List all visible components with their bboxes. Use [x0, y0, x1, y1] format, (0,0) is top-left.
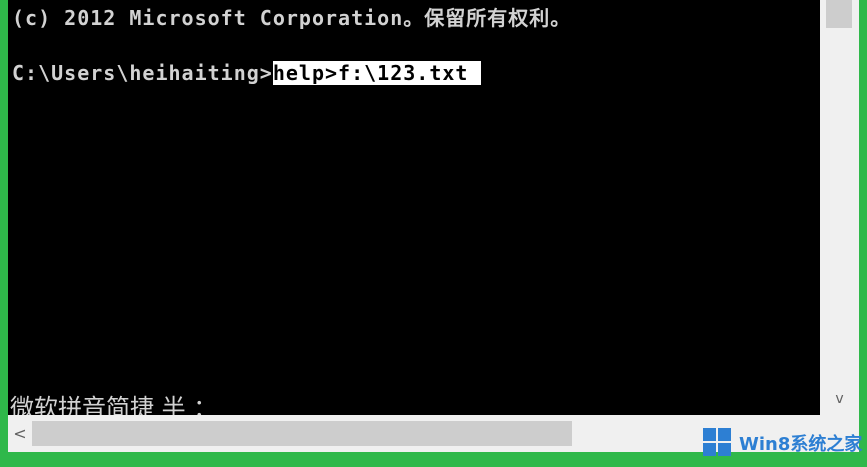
- watermark: Win8系统之家: [703, 424, 862, 462]
- vertical-scrollbar[interactable]: v: [820, 0, 859, 415]
- command-line[interactable]: C:\Users\heihaiting>help>f:\123.txt: [12, 61, 482, 85]
- prompt-text: C:\Users\heihaiting>: [12, 61, 273, 85]
- scroll-down-arrow-icon[interactable]: v: [820, 387, 859, 411]
- scroll-left-arrow-icon[interactable]: <: [8, 415, 32, 452]
- console-window[interactable]: (c) 2012 Microsoft Corporation。保留所有权利。 C…: [8, 0, 820, 415]
- watermark-text: Win8系统之家: [739, 434, 863, 455]
- ime-status: 微软拼音简捷 半 ：: [10, 394, 218, 415]
- windows-logo-icon: [703, 428, 733, 458]
- copyright-line: (c) 2012 Microsoft Corporation。保留所有权利。: [12, 6, 572, 30]
- vertical-scroll-thumb[interactable]: [826, 0, 852, 28]
- selected-command-text[interactable]: help>f:\123.txt: [272, 61, 482, 85]
- horizontal-scroll-thumb[interactable]: [32, 421, 572, 446]
